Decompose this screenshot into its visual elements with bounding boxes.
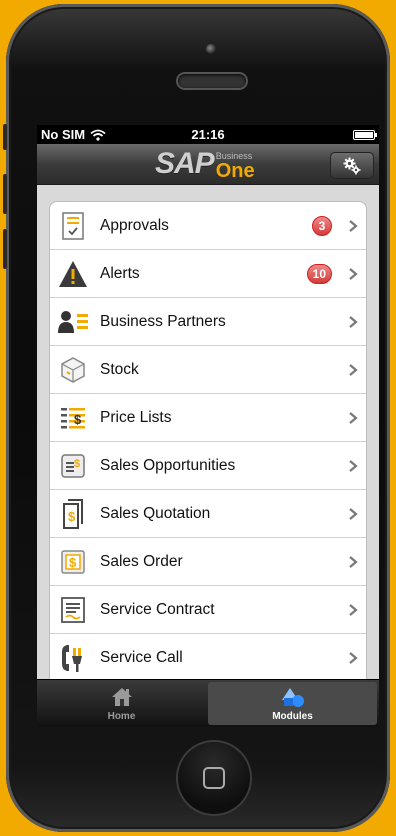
approvals-count-badge: 3 <box>312 215 332 236</box>
tab-modules[interactable]: Modules <box>208 682 377 725</box>
alerts-count-badge: 10 <box>306 263 332 284</box>
menu-item-label: Service Contract <box>100 600 215 618</box>
sap-business-one-logo: SAP Business One <box>155 147 255 182</box>
chevron-right-icon <box>342 603 364 617</box>
menu-item-label: Alerts <box>100 264 140 282</box>
business-partners-icon <box>56 305 90 339</box>
approvals-icon <box>56 209 90 243</box>
chevron-right-icon <box>342 507 364 521</box>
menu-item-sales-quotation[interactable]: $ Sales Quotation <box>50 490 366 538</box>
tab-home[interactable]: Home <box>37 680 206 727</box>
menu-item-label: Sales Order <box>100 552 183 570</box>
home-hardware-button[interactable] <box>178 742 250 814</box>
menu-item-label: Stock <box>100 360 139 378</box>
menu-item-service-call[interactable]: Service Call <box>50 634 366 682</box>
carrier-label: No SIM <box>41 127 86 142</box>
svg-text:$: $ <box>69 555 77 570</box>
sales-order-icon: $ <box>56 545 90 579</box>
menu-item-label: Service Call <box>100 648 183 666</box>
alert-icon <box>56 257 90 291</box>
sales-opportunities-icon: $ <box>56 449 90 483</box>
front-camera <box>206 44 216 54</box>
battery-icon <box>353 129 377 140</box>
logo-sap-text: SAP <box>155 147 215 180</box>
tab-label: Home <box>107 711 136 722</box>
menu-item-business-partners[interactable]: Business Partners <box>50 298 366 346</box>
chevron-right-icon <box>342 363 364 377</box>
status-bar: No SIM 21:16 <box>37 125 379 144</box>
chevron-right-icon <box>342 411 364 425</box>
chevron-right-icon <box>342 555 364 569</box>
sales-quotation-icon: $ <box>56 497 90 531</box>
earpiece-speaker <box>178 74 246 88</box>
service-contract-icon <box>56 593 90 627</box>
menu-item-label: Business Partners <box>100 312 226 330</box>
svg-text:$: $ <box>74 458 80 470</box>
menu-item-alerts[interactable]: Alerts 10 <box>50 250 366 298</box>
chevron-right-icon <box>342 219 364 233</box>
nav-bar: SAP Business One <box>37 144 379 185</box>
menu-item-stock[interactable]: Stock <box>50 346 366 394</box>
svg-text:$: $ <box>68 509 76 524</box>
menu-item-label: Sales Quotation <box>100 504 211 522</box>
menu-item-label: Sales Opportunities <box>100 456 236 474</box>
menu-item-approvals[interactable]: Approvals 3 <box>50 202 366 250</box>
carrier-info: No SIM <box>41 127 106 142</box>
menu-item-label: Approvals <box>100 216 169 234</box>
price-lists-icon: $ <box>56 401 90 435</box>
menu-item-price-lists[interactable]: $ Price Lists <box>50 394 366 442</box>
menu-item-service-contract[interactable]: Service Contract <box>50 586 366 634</box>
logo-one-text: One <box>215 160 255 182</box>
gears-icon <box>343 157 361 174</box>
menu-item-sales-order[interactable]: $ Sales Order <box>50 538 366 586</box>
svg-text:$: $ <box>74 412 82 427</box>
tab-label: Modules <box>272 711 313 722</box>
volume-up-button <box>3 174 7 214</box>
tab-bar: Home Modules <box>37 679 379 727</box>
modules-list: Approvals 3 Alerts 10 Business Partners … <box>49 201 367 683</box>
wifi-icon <box>90 129 106 141</box>
chevron-right-icon <box>342 651 364 665</box>
volume-down-button <box>3 229 7 269</box>
home-icon <box>110 685 134 709</box>
menu-item-sales-opportunities[interactable]: $ Sales Opportunities <box>50 442 366 490</box>
chevron-right-icon <box>342 459 364 473</box>
app-screen: No SIM 21:16 SAP Business One Approvals … <box>37 125 379 727</box>
stock-icon <box>56 353 90 387</box>
service-call-icon <box>56 641 90 675</box>
mute-switch <box>3 124 7 150</box>
chevron-right-icon <box>342 315 364 329</box>
modules-icon <box>280 685 306 709</box>
chevron-right-icon <box>342 267 364 281</box>
menu-item-label: Price Lists <box>100 408 172 426</box>
settings-button[interactable] <box>330 152 374 179</box>
